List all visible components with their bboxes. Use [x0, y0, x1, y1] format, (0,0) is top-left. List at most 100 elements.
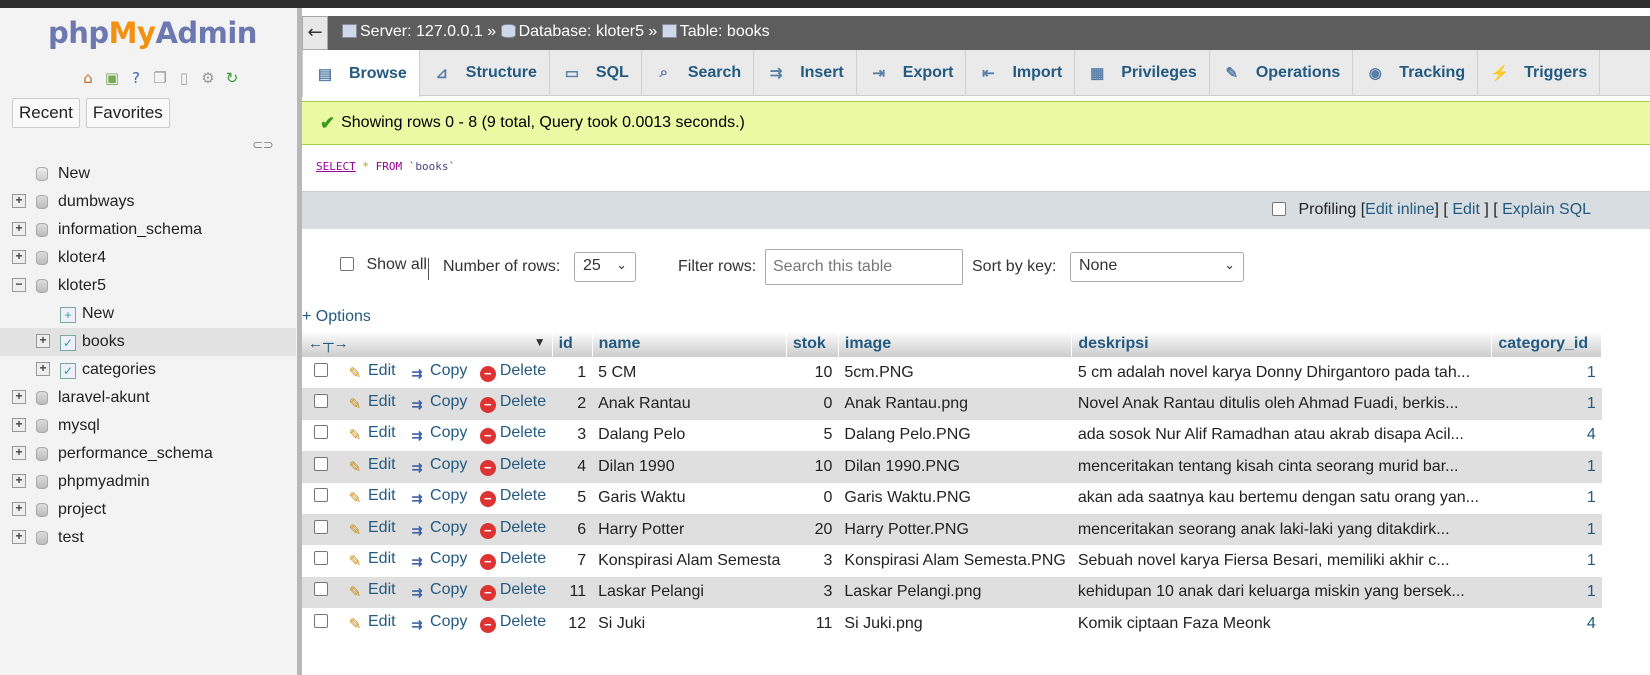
cell-name[interactable]: Harry Potter [592, 513, 787, 546]
tab-insert[interactable]: ⇉ Insert [754, 50, 857, 96]
tree-item-categories[interactable]: + ✓ categories [0, 356, 296, 384]
copy-row-link[interactable]: ⇉ Copy [408, 613, 468, 632]
cell-deskripsi[interactable]: menceritakan seorang anak laki-laki yang… [1071, 513, 1492, 546]
tree-item-kloter4[interactable]: + kloter4 [0, 244, 296, 272]
cell-stok[interactable]: 11 [786, 608, 839, 640]
tree-item-project[interactable]: + project [0, 496, 296, 524]
reload-icon[interactable]: ↻ [222, 68, 242, 88]
breadcrumb-table[interactable]: Table: books [680, 23, 770, 40]
copy-row-link[interactable]: ⇉ Copy [408, 519, 468, 538]
tree-item-label[interactable]: books [82, 333, 125, 351]
expand-plus-icon[interactable]: + [12, 446, 26, 460]
collapse-arrow-icon[interactable]: ← [302, 16, 328, 50]
edit-row-link[interactable]: ✎ Edit [346, 393, 396, 413]
collapse-minus-icon[interactable]: − [12, 278, 26, 292]
tree-item-label[interactable]: performance_schema [58, 445, 213, 463]
filter-rows-input[interactable]: Search this table [765, 249, 963, 285]
tree-item-label[interactable]: laravel-akunt [58, 389, 150, 407]
expand-plus-icon[interactable]: + [12, 390, 26, 404]
delete-row-link[interactable]: − Delete [479, 519, 546, 539]
tree-item-phpmyadmin[interactable]: + phpmyadmin [0, 468, 296, 496]
tree-item-test[interactable]: + test [0, 524, 296, 552]
settings-gear-icon[interactable]: ⚙ [198, 68, 218, 88]
cell-image[interactable]: Konspirasi Alam Semesta.PNG [838, 545, 1072, 577]
cell-category-id[interactable]: 1 [1491, 545, 1602, 577]
tree-item-label[interactable]: mysql [58, 417, 100, 435]
cell-deskripsi[interactable]: Novel Anak Rantau ditulis oleh Ahmad Fua… [1071, 388, 1492, 420]
copy-row-link[interactable]: ⇉ Copy [408, 362, 468, 381]
tree-item-label[interactable]: phpmyadmin [58, 473, 150, 491]
cell-stok[interactable]: 3 [786, 545, 839, 577]
edit-link[interactable]: Edit [1452, 201, 1480, 218]
tree-item-new[interactable]: New [0, 160, 296, 188]
cell-image[interactable]: Anak Rantau.png [838, 388, 1072, 420]
cell-deskripsi[interactable]: kehidupan 10 anak dari keluarga miskin y… [1071, 576, 1492, 609]
cell-id[interactable]: 11 [552, 576, 593, 609]
cell-deskripsi[interactable]: Sebuah novel karya Fiersa Besari, memili… [1071, 545, 1492, 577]
cell-image[interactable]: Harry Potter.PNG [838, 513, 1072, 546]
cell-category-id[interactable]: 4 [1491, 608, 1602, 640]
tree-item-label[interactable]: test [58, 529, 84, 547]
delete-row-link[interactable]: − Delete [479, 362, 546, 382]
breadcrumb-server[interactable]: Server: 127.0.0.1 [360, 23, 483, 40]
cell-id[interactable]: 3 [552, 419, 593, 452]
cell-name[interactable]: 5 CM [592, 357, 787, 389]
cell-image[interactable]: 5cm.PNG [838, 357, 1072, 389]
logout-icon[interactable]: ▣ [102, 68, 122, 88]
explain-sql-link[interactable]: Explain SQL [1502, 201, 1591, 218]
delete-row-link[interactable]: − Delete [479, 487, 546, 508]
row-checkbox[interactable] [314, 551, 328, 566]
column-header-id[interactable]: id [552, 331, 593, 357]
expand-plus-icon[interactable]: + [12, 250, 26, 264]
tree-item-label[interactable]: New [82, 305, 114, 323]
edit-row-link[interactable]: ✎ Edit [346, 424, 396, 444]
cell-id[interactable]: 2 [552, 388, 593, 420]
expand-plus-icon[interactable]: + [12, 194, 26, 208]
cell-deskripsi[interactable]: ada sosok Nur Alif Ramadhan atau akrab d… [1071, 419, 1492, 452]
expand-plus-icon[interactable]: + [12, 474, 26, 488]
cell-id[interactable]: 12 [552, 608, 593, 640]
delete-row-link[interactable]: − Delete [479, 393, 546, 414]
delete-row-link[interactable]: − Delete [479, 456, 546, 476]
cell-id[interactable]: 4 [552, 451, 593, 483]
tab-search[interactable]: ⌕ Search [642, 50, 755, 96]
tab-export[interactable]: ⇥ Export [857, 50, 967, 96]
cell-category-id[interactable]: 1 [1491, 576, 1602, 609]
delete-row-link[interactable]: − Delete [479, 550, 546, 571]
edit-row-link[interactable]: ✎ Edit [346, 613, 396, 633]
edit-row-link[interactable]: ✎ Edit [346, 362, 396, 382]
cell-name[interactable]: Dalang Pelo [592, 419, 787, 452]
edit-inline-link[interactable]: Edit inline [1365, 201, 1434, 218]
recent-tab[interactable]: Recent [12, 98, 80, 128]
cell-name[interactable]: Dilan 1990 [592, 451, 787, 483]
sort-triangle-icon[interactable]: ▼ [534, 335, 546, 349]
cell-name[interactable]: Anak Rantau [592, 388, 787, 420]
docs-icon[interactable]: ❐ [150, 68, 170, 88]
edit-row-link[interactable]: ✎ Edit [346, 550, 396, 570]
cell-name[interactable]: Konspirasi Alam Semesta [592, 545, 787, 577]
cell-category-id[interactable]: 1 [1491, 513, 1602, 546]
options-toggle[interactable]: + Options [302, 308, 371, 326]
copy-row-link[interactable]: ⇉ Copy [408, 393, 468, 412]
column-header-name[interactable]: name [592, 331, 787, 357]
number-of-rows-select[interactable]: 25 ⌄ [574, 252, 636, 282]
help-icon[interactable]: ? [126, 68, 146, 88]
cell-stok[interactable]: 10 [786, 451, 839, 483]
tree-item-books[interactable]: + ✓ books [0, 328, 296, 356]
cell-id[interactable]: 1 [552, 357, 593, 389]
tab-import[interactable]: ⇤ Import [966, 50, 1076, 96]
tree-item-new[interactable]: + New [0, 300, 296, 328]
column-arrows-icon[interactable]: ←┬→ [308, 335, 349, 352]
row-checkbox[interactable] [314, 362, 328, 377]
tab-sql[interactable]: ▭ SQL [550, 50, 642, 96]
delete-row-link[interactable]: − Delete [479, 581, 546, 602]
tree-item-label[interactable]: kloter5 [58, 277, 106, 295]
cell-name[interactable]: Si Juki [592, 608, 787, 640]
profiling-checkbox[interactable] [1272, 202, 1286, 216]
delete-row-link[interactable]: − Delete [479, 613, 546, 633]
breadcrumb-database[interactable]: Database: kloter5 [519, 23, 644, 40]
tab-operations[interactable]: ✎ Operations [1210, 50, 1354, 96]
tab-browse[interactable]: ▤ Browse [302, 50, 420, 97]
cell-image[interactable]: Si Juki.png [838, 608, 1072, 640]
tree-item-performance-schema[interactable]: + performance_schema [0, 440, 296, 468]
